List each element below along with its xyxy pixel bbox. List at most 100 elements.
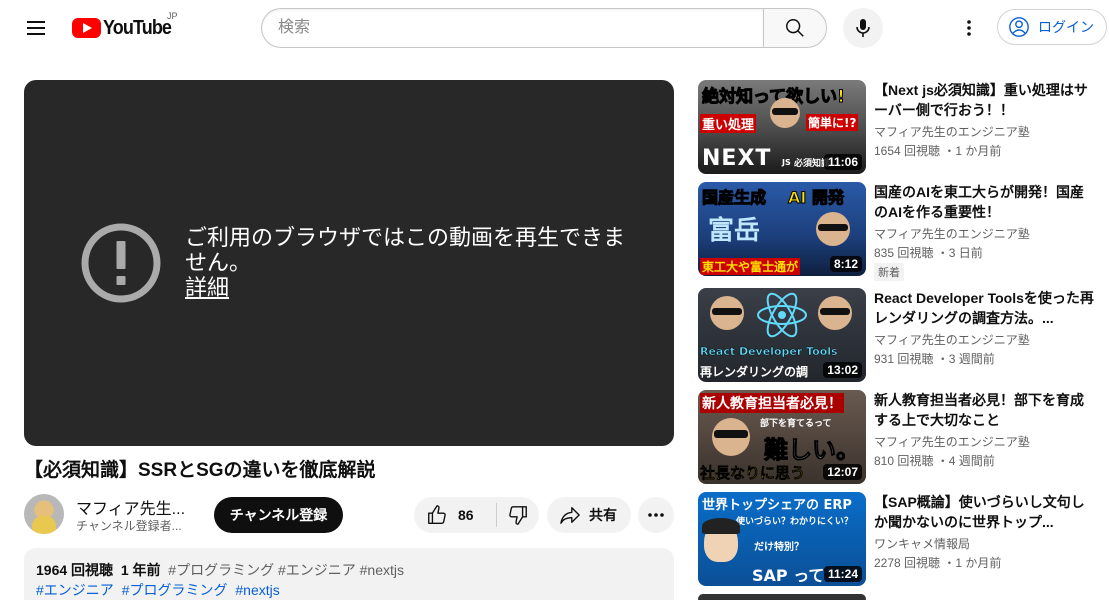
like-count: 86 [458,507,474,523]
signin-button[interactable]: ログイン [997,9,1107,45]
video-duration: 8:12 [829,256,862,272]
video-title: 【必須知識】SSRとSGの違いを徹底解説 [24,460,376,481]
recommended-video-title[interactable]: 【SAP概論】使いづらいし文句しか聞かないのに世界トップ... [874,492,1096,532]
youtube-play-icon [72,18,101,38]
person-sunglasses [712,308,742,315]
youtube-logo[interactable]: YouTube JP [72,11,179,40]
hashtag-link[interactable]: #エンジニア [36,582,114,598]
recommended-video[interactable]: 世界トップシェアの ERP 使いづらい？わかりにくい？ だけ特別？ SAP って… [698,492,1098,586]
logo-text: YouTube [103,16,172,39]
react-logo-icon [757,292,807,338]
thumbnail-text: AI 開発 [788,188,845,208]
thumbnail-text: 使いづらい？わかりにくい？ [736,517,853,527]
video-thumbnail[interactable] [698,594,866,600]
more-actions-button[interactable] [638,497,674,533]
recommended-video-channel[interactable]: マフィア先生のエンジニア塾 [874,331,1030,348]
thumbnail-text: だけ特別？ [754,542,804,553]
thumbs-down-icon [509,506,527,525]
mic-icon [856,19,870,37]
person-sunglasses [818,224,848,231]
settings-more-button[interactable] [953,12,985,44]
video-thumbnail[interactable]: 絶対知って欲しい! 重い処理 簡単に!? NEXT JS 必須知識 11:06 [698,80,866,174]
hashtag-link[interactable]: #nextjs [235,582,279,598]
recommended-video[interactable]: 新人教育担当者必見！ 部下を育てるって 難しい。 社長なりに思う 12:07 新… [698,390,1098,484]
recommended-video[interactable]: React Developer Tools 再レンダリングの調 13:02 Re… [698,288,1098,382]
thumbnail-text: 新人教育担当者必見！ [700,393,844,413]
thumbnail-text: 東工大や富士通が [700,258,801,275]
person-sunglasses [772,108,798,115]
video-thumbnail[interactable]: 世界トップシェアの ERP 使いづらい？わかりにくい？ だけ特別？ SAP って… [698,492,866,586]
channel-subscriber-count: チャンネル登録者... [76,519,182,533]
video-duration: 11:24 [823,566,862,582]
person-hair [702,518,740,534]
channel-avatar[interactable] [24,494,64,534]
video-duration: 11:06 [823,154,862,170]
thumbnail-text: 部下を育てるって [760,419,832,429]
description-box[interactable]: 1964 回視聴 1 年前 #プログラミング #エンジニア #nextjs #エ… [24,548,674,600]
signin-label: ログイン [1038,19,1094,35]
recommended-video-channel[interactable]: マフィア先生のエンジニア塾 [874,225,1030,242]
player-error: ご利用のブラウザではこの動画を再生できません。 詳細 [185,225,635,300]
inline-hashtags: #プログラミング #エンジニア #nextjs [168,562,405,578]
share-icon [560,507,580,524]
person-sunglasses [820,308,850,315]
search-button[interactable] [763,8,827,48]
voice-search-button[interactable] [843,8,883,48]
thumbnail-text: 難しい。 [764,436,861,465]
video-duration: 12:07 [823,464,862,480]
thumbnail-text: 簡単に!? [806,114,859,131]
channel-name[interactable]: マフィア先生... [76,495,196,519]
logo-country-code: JP [167,11,178,21]
hashtag-link[interactable]: #プログラミング [122,582,228,598]
recommended-video-meta: 931 回視聴 ・3 週間前 [874,352,995,366]
thumbnail-text: 重い処理 [700,114,757,133]
description-hashtags: #エンジニア #プログラミング #nextjs [36,580,662,600]
player-error-message: ご利用のブラウザではこの動画を再生できません。 [185,225,626,275]
thumbnail-text: React Developer Tools [700,345,838,358]
recommended-video-meta: 835 回視聴 ・3 日前 [874,246,983,260]
description-meta: 1964 回視聴 1 年前 #プログラミング #エンジニア #nextjs [36,560,662,580]
share-label: 共有 [589,507,617,523]
search-input[interactable] [261,8,763,48]
video-thumbnail[interactable]: 新人教育担当者必見！ 部下を育てるって 難しい。 社長なりに思う 12:07 [698,390,866,484]
recommended-video[interactable]: 国産生成 AI 開発 富岳 東工大や富士通が 8:12 国産のAIを東工大らが開… [698,182,1098,281]
search-bar [261,8,827,48]
player-error-link[interactable]: 詳細 [185,275,229,300]
video-thumbnail[interactable]: React Developer Tools 再レンダリングの調 13:02 [698,288,866,382]
like-button[interactable]: 86 [414,497,496,533]
channel-row: マフィア先生... チャンネル登録者... チャンネル登録 86 共有 [24,494,674,534]
person-sunglasses [714,430,748,438]
recommended-video-partial[interactable] [698,594,1098,600]
recommended-video-channel[interactable]: ワンキャメ情報局 [874,535,970,552]
recommended-video-channel[interactable]: マフィア先生のエンジニア塾 [874,433,1030,450]
share-button[interactable]: 共有 [547,497,631,533]
new-badge: 新着 [874,263,904,281]
recommended-video-meta: 2278 回視聴 ・1 か月前 [874,556,1002,570]
upload-date: 1 年前 [120,562,161,578]
more-horiz-icon [648,513,664,517]
thumbnail-text: 富岳 [708,216,761,246]
like-dislike-group: 86 [414,497,539,533]
thumbnail-text: 社長なりに思う [700,464,806,483]
recommended-video-title[interactable]: 国産のAIを東工大らが開発！国産のAIを作る重要性！ [874,182,1096,222]
thumbnail-text: 世界トップシェアの ERP [702,498,852,513]
thumbnail-text: JS [782,158,791,167]
video-player[interactable]: ご利用のブラウザではこの動画を再生できません。 詳細 [24,80,674,446]
recommended-video-title[interactable]: React Developer Toolsを使った再レンダリングの調査方法。..… [874,288,1096,328]
dislike-button[interactable] [497,497,539,533]
menu-icon[interactable] [24,16,48,40]
recommended-video-channel[interactable]: マフィア先生のエンジニア塾 [874,123,1030,140]
thumbnail-text: NEXT [702,146,772,171]
recommended-video-title[interactable]: 新人教育担当者必見！部下を育成する上で大切なこと [874,390,1096,430]
recommended-video-meta: 810 回視聴 ・4 週間前 [874,454,995,468]
thumbnail-text: 再レンダリングの調 [700,365,809,379]
more-vert-icon [967,20,971,36]
video-thumbnail[interactable]: 国産生成 AI 開発 富岳 東工大や富士通が 8:12 [698,182,866,276]
view-count: 1964 回視聴 [36,562,114,578]
recommended-video[interactable]: 絶対知って欲しい! 重い処理 簡単に!? NEXT JS 必須知識 11:06 … [698,80,1098,174]
recommended-video-title[interactable]: 【Next js必須知識】重い処理はサーバー側で行おう！！ [874,80,1096,120]
account-icon [1009,17,1029,37]
subscribe-button[interactable]: チャンネル登録 [214,497,343,533]
error-icon [81,223,161,303]
thumbs-up-icon [428,505,446,524]
